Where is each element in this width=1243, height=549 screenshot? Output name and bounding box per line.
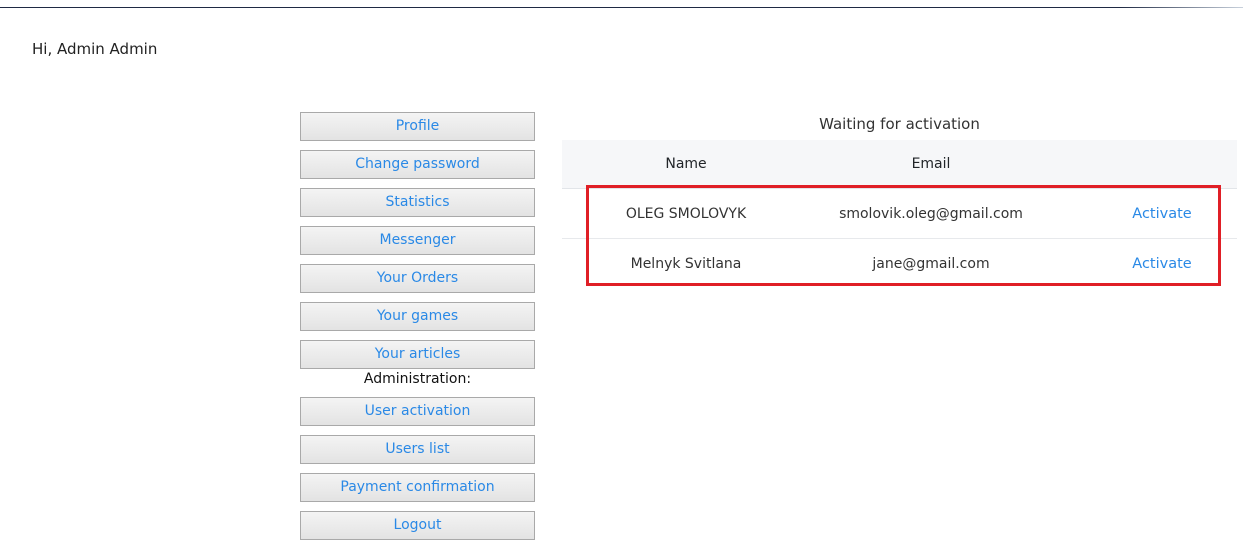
activate-link[interactable]: Activate [1132, 206, 1191, 222]
greeting-text: Hi, Admin Admin [32, 40, 158, 58]
panel-title: Waiting for activation [819, 115, 980, 133]
menu-button-your-articles[interactable]: Your articles [300, 340, 535, 369]
user-name: OLEG SMOLOVYK [625, 205, 747, 222]
header-divider [0, 7, 1243, 8]
table-row: Melnyk Svitlana jane@gmail.com Activate [562, 239, 1237, 288]
menu-button-messenger[interactable]: Messenger [300, 226, 535, 255]
administration-heading: Administration: [363, 371, 472, 387]
menu-button-payment-confirmation[interactable]: Payment confirmation [300, 473, 535, 502]
menu-button-your-orders[interactable]: Your Orders [300, 264, 535, 293]
menu-button-profile[interactable]: Profile [300, 112, 535, 141]
menu-button-user-activation[interactable]: User activation [300, 397, 535, 426]
menu-button-your-games[interactable]: Your games [300, 302, 535, 331]
column-header-action [1117, 140, 1207, 188]
table-row: OLEG SMOLOVYK smolovik.oleg@gmail.com Ac… [562, 189, 1237, 239]
user-email: smolovik.oleg@gmail.com [839, 205, 1023, 222]
menu-button-change-password[interactable]: Change password [300, 150, 535, 179]
column-header-email: Email [911, 156, 951, 172]
header-divider-fade [1120, 7, 1243, 8]
account-menu: Profile Change password Statistics Messe… [300, 112, 535, 549]
menu-button-statistics[interactable]: Statistics [300, 188, 535, 217]
menu-button-logout[interactable]: Logout [300, 511, 535, 540]
activation-panel: Waiting for activation Name Email OLEG S… [562, 108, 1237, 288]
table-header: Name Email [562, 140, 1237, 189]
column-header-name: Name [665, 156, 707, 172]
activate-link[interactable]: Activate [1132, 256, 1191, 272]
user-email: jane@gmail.com [872, 255, 990, 272]
user-name: Melnyk Svitlana [630, 255, 742, 272]
menu-button-users-list[interactable]: Users list [300, 435, 535, 464]
